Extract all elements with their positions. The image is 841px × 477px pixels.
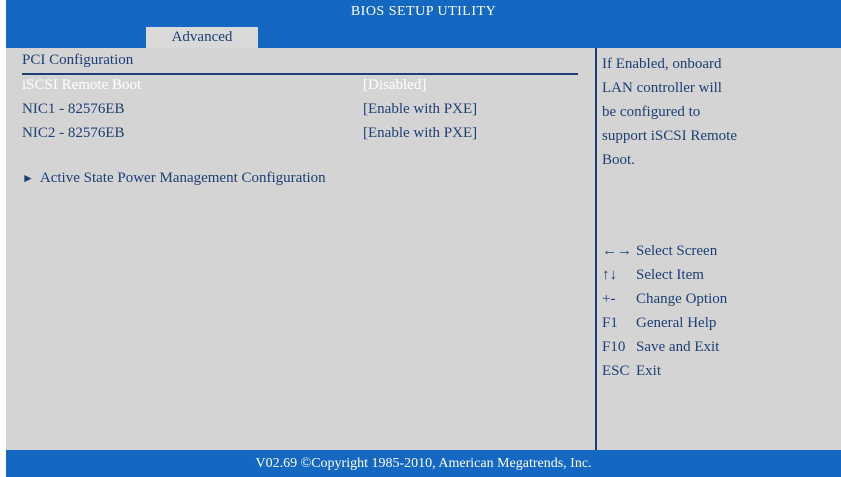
key-desc: Select Item bbox=[636, 267, 704, 283]
key-desc: Select Screen bbox=[636, 243, 718, 259]
setting-label: NIC1 - 82576EB bbox=[22, 101, 125, 117]
setting-iscsi-remote-boot[interactable]: iSCSI Remote Boot [Disabled] bbox=[22, 75, 582, 97]
key-select-screen: ←→ Select Screen bbox=[602, 239, 838, 263]
help-line: support iSCSI Remote bbox=[602, 128, 738, 144]
key-f1: F1 bbox=[602, 315, 618, 331]
key-desc: Exit bbox=[636, 363, 661, 379]
help-line: be configured to bbox=[602, 104, 701, 120]
main-panel: PCI Configuration iSCSI Remote Boot [Dis… bbox=[6, 48, 841, 450]
setting-label: iSCSI Remote Boot bbox=[22, 77, 142, 93]
key-select-item: ↑↓ Select Item bbox=[602, 263, 838, 287]
panel-divider bbox=[595, 48, 597, 450]
key-legend: ←→ Select Screen ↑↓ Select Item +- Chang… bbox=[602, 239, 838, 383]
help-line: LAN controller will bbox=[602, 80, 722, 96]
key-exit: ESC Exit bbox=[602, 359, 838, 383]
key-f10: F10 bbox=[602, 339, 626, 355]
submenu-arrow-icon: ► bbox=[22, 171, 34, 185]
setting-nic2[interactable]: NIC2 - 82576EB [Enable with PXE] bbox=[22, 123, 582, 145]
setting-nic1[interactable]: NIC1 - 82576EB [Enable with PXE] bbox=[22, 99, 582, 121]
key-change-option: +- Change Option bbox=[602, 287, 838, 311]
arrow-left-right-icon: ←→ bbox=[602, 243, 632, 259]
section-title: PCI Configuration bbox=[22, 52, 134, 68]
help-line: If Enabled, onboard bbox=[602, 56, 722, 72]
key-desc: Save and Exit bbox=[636, 339, 720, 355]
tab-advanced[interactable]: Advanced bbox=[146, 27, 258, 48]
help-line: Boot. bbox=[602, 152, 635, 168]
app-title: BIOS SETUP UTILITY bbox=[350, 4, 497, 19]
key-plus-minus: +- bbox=[602, 291, 616, 307]
help-panel: If Enabled, onboard LAN controller will … bbox=[602, 52, 838, 172]
key-save-exit: F10 Save and Exit bbox=[602, 335, 838, 359]
submenu-aspm-configuration[interactable]: ► Active State Power Management Configura… bbox=[22, 170, 326, 187]
setting-label: NIC2 - 82576EB bbox=[22, 125, 125, 141]
copyright-bar: V02.69 ©Copyright 1985-2010, American Me… bbox=[6, 450, 841, 477]
key-desc: General Help bbox=[636, 315, 717, 331]
setting-value[interactable]: [Disabled] bbox=[363, 77, 426, 94]
title-bar: BIOS SETUP UTILITY Advanced bbox=[6, 0, 841, 48]
key-desc: Change Option bbox=[636, 291, 728, 307]
key-general-help: F1 General Help bbox=[602, 311, 838, 335]
bios-window: BIOS SETUP UTILITY Advanced PCI Configur… bbox=[6, 0, 841, 477]
setting-value[interactable]: [Enable with PXE] bbox=[363, 125, 477, 142]
submenu-label: Active State Power Management Configurat… bbox=[39, 170, 326, 186]
key-esc: ESC bbox=[602, 363, 630, 379]
arrow-up-down-icon: ↑↓ bbox=[602, 267, 617, 283]
setting-value[interactable]: [Enable with PXE] bbox=[363, 101, 477, 118]
